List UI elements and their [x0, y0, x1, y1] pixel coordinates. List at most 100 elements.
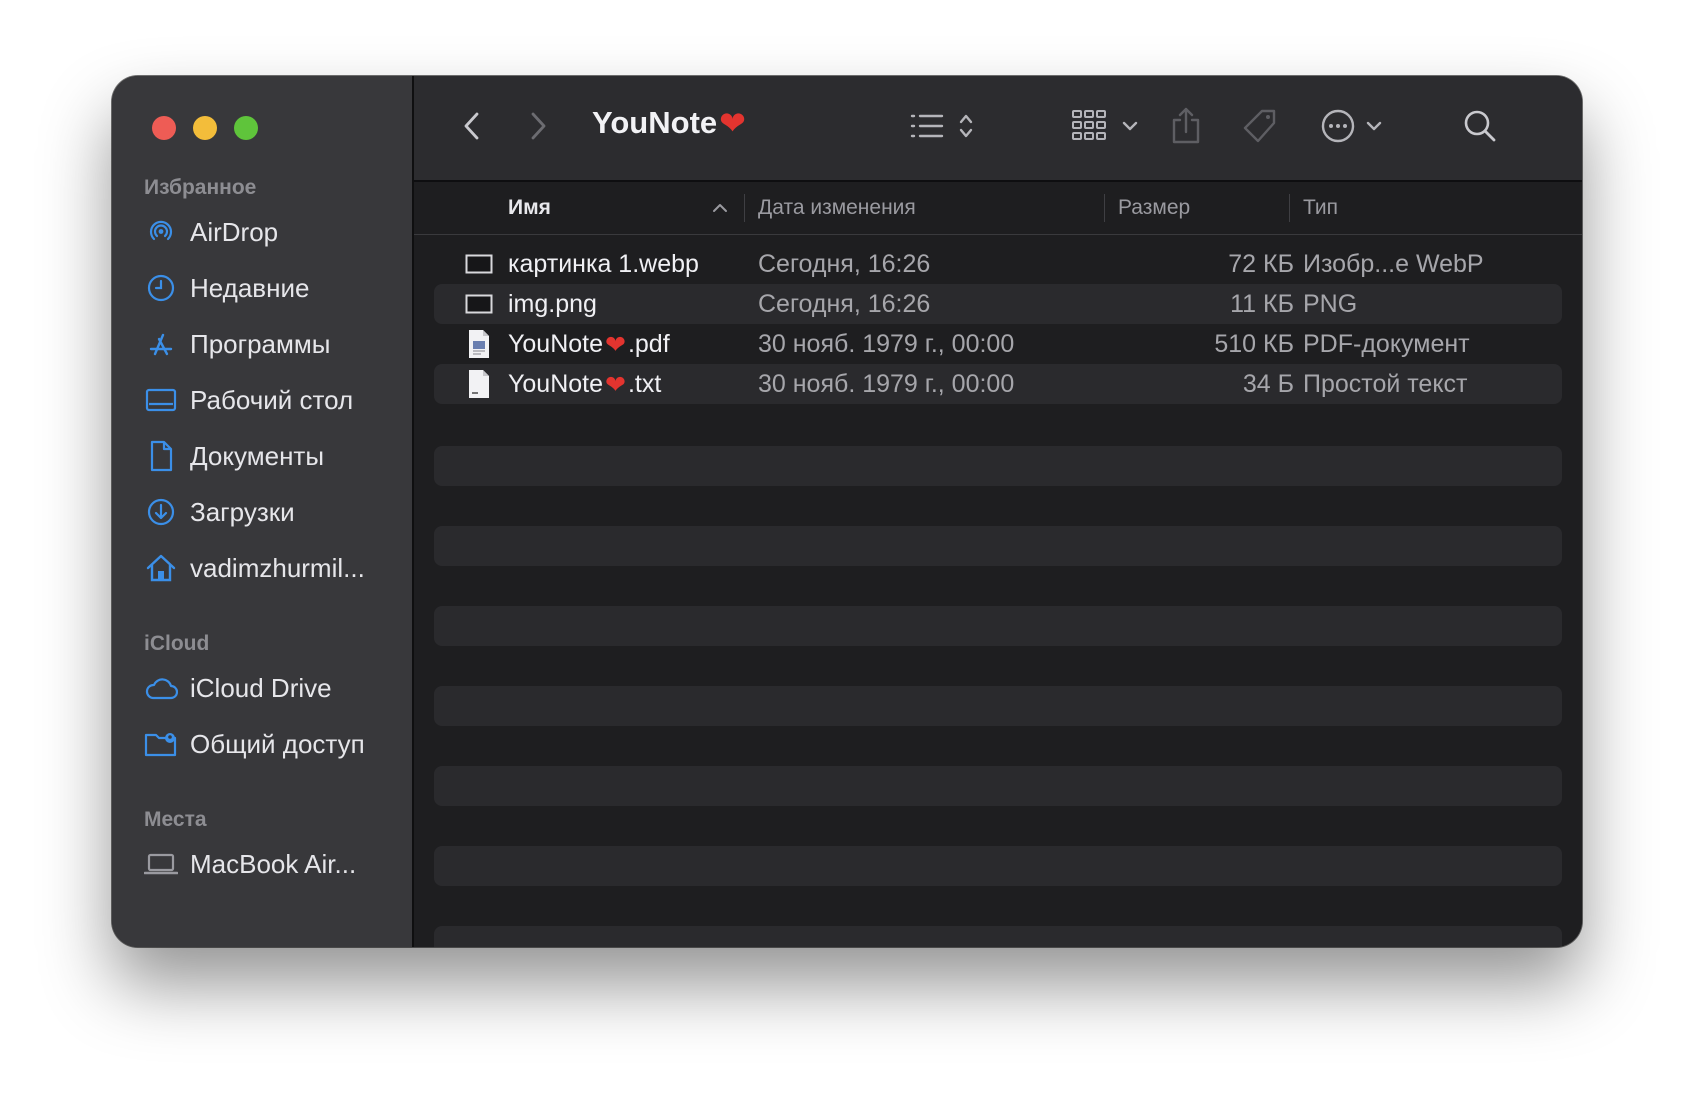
sidebar-item-downloads[interactable]: Загрузки [144, 492, 406, 532]
pdf-file-icon [464, 324, 494, 364]
group-button[interactable] [1070, 104, 1146, 148]
file-size: 11 КБ [1230, 289, 1294, 318]
chevron-right-icon [531, 112, 546, 140]
search-icon [1464, 110, 1496, 142]
applications-icon [144, 327, 178, 361]
table-row[interactable]: картинка 1.webp Сегодня, 16:26 72 КБ Изо… [434, 244, 1562, 284]
column-separator[interactable] [744, 194, 745, 222]
file-size: 34 Б [1242, 369, 1294, 398]
sidebar-item-applications[interactable]: Программы [144, 324, 406, 364]
column-name[interactable]: Имя [508, 182, 551, 234]
table-row[interactable]: YouNote ❤ .pdf 30 нояб. 1979 г., 00:00 510… [434, 324, 1562, 364]
file-name: YouNote ❤ .pdf [508, 329, 670, 359]
airdrop-icon [144, 215, 178, 249]
empty-row [434, 766, 1562, 806]
sidebar-item-label: vadimzhurmil... [190, 552, 365, 583]
sidebar-item-home[interactable]: vadimzhurmil... [144, 548, 406, 588]
sidebar-item-label: AirDrop [190, 216, 279, 247]
table-row[interactable]: img.png Сегодня, 16:26 11 КБ PNG [434, 284, 1562, 324]
tag-button[interactable] [1240, 104, 1280, 148]
zoom-button[interactable] [234, 116, 258, 140]
close-button[interactable] [152, 116, 176, 140]
sidebar-section-favorites-title: Избранное [144, 176, 257, 199]
shared-folder-icon [144, 727, 178, 761]
sidebar-section-icloud-title: iCloud [144, 632, 210, 655]
column-separator[interactable] [1104, 194, 1105, 222]
sidebar-item-icloud-drive[interactable]: iCloud Drive [144, 668, 406, 708]
document-icon [144, 439, 178, 473]
toolbar: YouNote ❤ [414, 76, 1582, 182]
ellipsis-circle-icon [1321, 109, 1382, 143]
file-date: 30 нояб. 1979 г., 00:00 [758, 369, 1015, 398]
column-date[interactable]: Дата изменения [758, 182, 916, 234]
file-size: 72 КБ [1228, 249, 1294, 278]
empty-row [434, 526, 1562, 566]
empty-row [434, 606, 1562, 646]
sidebar-section-places-title: Места [144, 808, 207, 831]
column-kind[interactable]: Тип [1303, 182, 1338, 234]
table-row[interactable]: YouNote ❤ .txt 30 нояб. 1979 г., 00:00 34 … [434, 364, 1562, 404]
column-header: Имя Дата изменения Размер Тип [414, 182, 1582, 235]
sort-ascending-icon[interactable] [712, 182, 728, 234]
forward-button[interactable] [520, 104, 556, 148]
file-date: Сегодня, 16:26 [758, 249, 931, 278]
cloud-icon [144, 671, 178, 705]
window-title: YouNote ❤ [592, 104, 746, 142]
share-button[interactable] [1166, 104, 1206, 148]
window-controls [152, 116, 258, 140]
list-view-icon [910, 114, 973, 138]
clock-icon [144, 271, 178, 305]
file-list: картинка 1.webp Сегодня, 16:26 72 КБ Изо… [434, 244, 1562, 404]
window-title-text: YouNote [592, 105, 718, 140]
sidebar-item-label: Рабочий стол [190, 384, 354, 415]
sidebar-item-recents[interactable]: Недавние [144, 268, 406, 308]
file-name: YouNote ❤ .txt [508, 369, 662, 399]
downloads-icon [144, 495, 178, 529]
sidebar-item-macbook[interactable]: MacBook Air... [144, 844, 406, 884]
empty-row [434, 926, 1562, 947]
minimize-button[interactable] [193, 116, 217, 140]
column-size[interactable]: Размер [1118, 182, 1190, 234]
file-date: 30 нояб. 1979 г., 00:00 [758, 329, 1015, 358]
main-pane: YouNote ❤ Имя Дата изменения Размер Тип … [414, 76, 1582, 947]
column-separator[interactable] [1289, 194, 1290, 222]
sidebar-item-label: iCloud Drive [190, 672, 332, 703]
tag-icon [1243, 109, 1276, 143]
file-name: img.png [508, 289, 597, 318]
sidebar-item-shared[interactable]: Общий доступ [144, 724, 406, 764]
search-button[interactable] [1460, 104, 1500, 148]
sidebar-item-label: Загрузки [190, 496, 295, 527]
heart-icon: ❤ [605, 329, 626, 359]
txt-file-icon [464, 364, 494, 404]
heart-icon: ❤ [605, 369, 626, 399]
sidebar-item-documents[interactable]: Документы [144, 436, 406, 476]
desktop-icon [144, 383, 178, 417]
grid-icon [1072, 110, 1138, 140]
file-kind: PDF-документ [1303, 329, 1470, 358]
share-icon [1172, 107, 1200, 144]
sidebar-item-label: Недавние [190, 272, 310, 303]
sidebar-item-airdrop[interactable]: AirDrop [144, 212, 406, 252]
sidebar-item-label: Общий доступ [190, 728, 365, 759]
file-name: картинка 1.webp [508, 249, 699, 278]
empty-row [434, 446, 1562, 486]
sidebar-item-label: Программы [190, 328, 331, 359]
file-kind: Изобр...e WebP [1303, 249, 1484, 278]
image-file-icon [464, 284, 494, 324]
finder-window: Избранное AirDrop Недавние Программы Раб… [112, 76, 1582, 947]
home-icon [144, 551, 178, 585]
view-options-button[interactable] [908, 104, 984, 148]
empty-row [434, 686, 1562, 726]
sidebar-item-label: Документы [190, 440, 325, 471]
more-actions-button[interactable] [1320, 104, 1392, 148]
laptop-icon [144, 847, 178, 881]
sidebar-item-label: MacBook Air... [190, 848, 357, 879]
heart-icon: ❤ [719, 104, 746, 142]
empty-row [434, 846, 1562, 886]
sidebar: Избранное AirDrop Недавние Программы Раб… [112, 76, 414, 947]
file-size: 510 КБ [1214, 329, 1294, 358]
file-kind: Простой текст [1303, 369, 1468, 398]
sidebar-item-desktop[interactable]: Рабочий стол [144, 380, 406, 420]
back-button[interactable] [454, 104, 490, 148]
file-date: Сегодня, 16:26 [758, 289, 931, 318]
